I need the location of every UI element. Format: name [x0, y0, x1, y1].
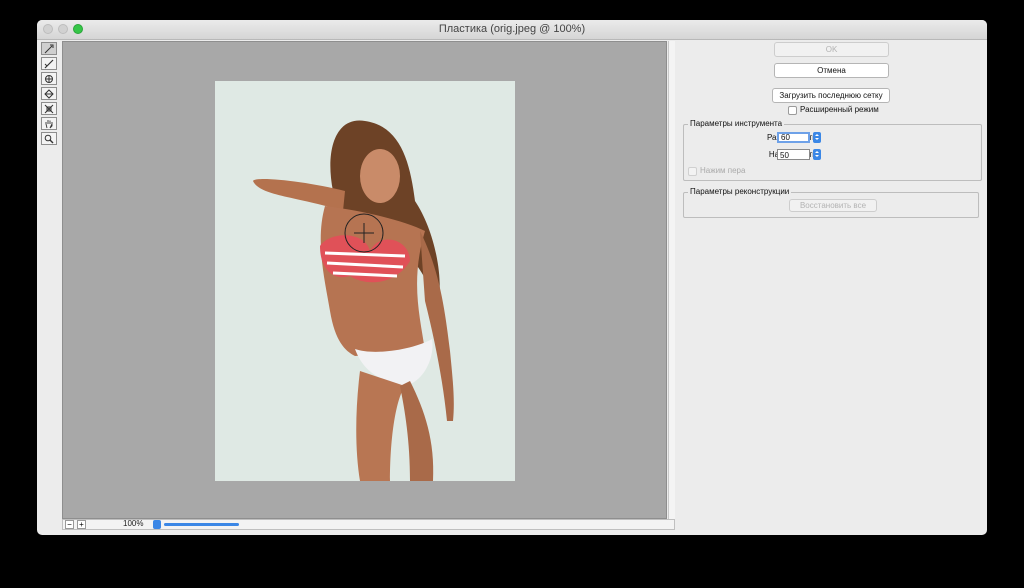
reconstruct-options-title: Параметры реконструкции	[688, 187, 792, 196]
zoom-dropdown-icon[interactable]	[153, 520, 161, 529]
bloat-icon[interactable]	[41, 87, 57, 100]
brush-size-input[interactable]: 60	[777, 132, 810, 143]
advanced-mode-checkbox[interactable]	[788, 106, 797, 115]
forward-warp-icon[interactable]	[41, 42, 57, 55]
hand-icon[interactable]	[41, 117, 57, 130]
zoom-icon[interactable]	[41, 132, 57, 145]
title-bar: Пластика (orig.jpeg @ 100%)	[37, 20, 987, 40]
advanced-mode-label: Расширенный режим	[800, 105, 879, 114]
liquify-window: Пластика (orig.jpeg @ 100%) − + 100% OK …	[37, 20, 987, 535]
stylus-pressure-checkbox[interactable]	[688, 167, 697, 176]
zoom-slider[interactable]	[164, 523, 239, 526]
stylus-pressure-label: Нажим пера	[700, 166, 746, 175]
zoom-in-button[interactable]: +	[77, 520, 86, 529]
brush-pressure-input[interactable]: 50	[777, 149, 810, 160]
vertical-scrollbar[interactable]	[668, 41, 675, 519]
status-bar: − + 100%	[62, 519, 675, 530]
load-last-mesh-button[interactable]: Загрузить последнюю сетку	[772, 88, 890, 103]
reconstruct-icon[interactable]	[41, 57, 57, 70]
restore-all-button[interactable]: Восстановить все	[789, 199, 877, 212]
brush-pressure-stepper[interactable]	[813, 149, 821, 160]
push-left-icon[interactable]	[41, 102, 57, 115]
preview-canvas[interactable]	[62, 41, 667, 519]
cancel-button[interactable]: Отмена	[774, 63, 889, 78]
photo-illustration	[215, 81, 515, 481]
zoom-level[interactable]: 100%	[123, 519, 143, 528]
tool-options-group: Параметры инструмента Размер кисти: 60 Н…	[683, 119, 982, 181]
preview-photo[interactable]	[215, 81, 515, 481]
window-title: Пластика (orig.jpeg @ 100%)	[438, 23, 586, 35]
tool-palette	[40, 40, 60, 147]
reconstruct-options-group: Параметры реконструкции Восстановить все	[683, 187, 979, 218]
pucker-icon[interactable]	[41, 72, 57, 85]
zoom-out-button[interactable]: −	[65, 520, 74, 529]
tool-options-title: Параметры инструмента	[688, 119, 785, 128]
ok-button[interactable]: OK	[774, 42, 889, 57]
brush-size-stepper[interactable]	[813, 132, 821, 143]
